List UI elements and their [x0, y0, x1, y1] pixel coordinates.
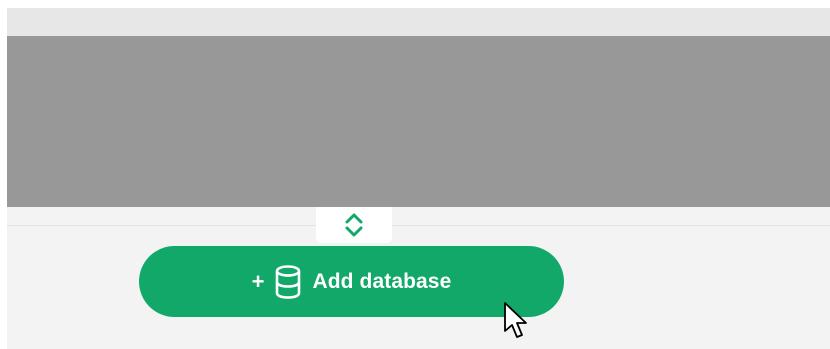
top-toolbar-strip [7, 8, 830, 36]
database-icon [274, 264, 302, 299]
add-database-button[interactable]: + Add database [139, 246, 564, 317]
panel-divider [7, 225, 830, 226]
panel-resize-handle[interactable] [316, 207, 392, 243]
app-frame: + Add database [0, 0, 830, 349]
plus-icon: + [251, 268, 265, 294]
add-database-label: Add database [312, 269, 452, 293]
chevron-up-down-icon [343, 212, 365, 238]
content-panel [7, 36, 830, 207]
